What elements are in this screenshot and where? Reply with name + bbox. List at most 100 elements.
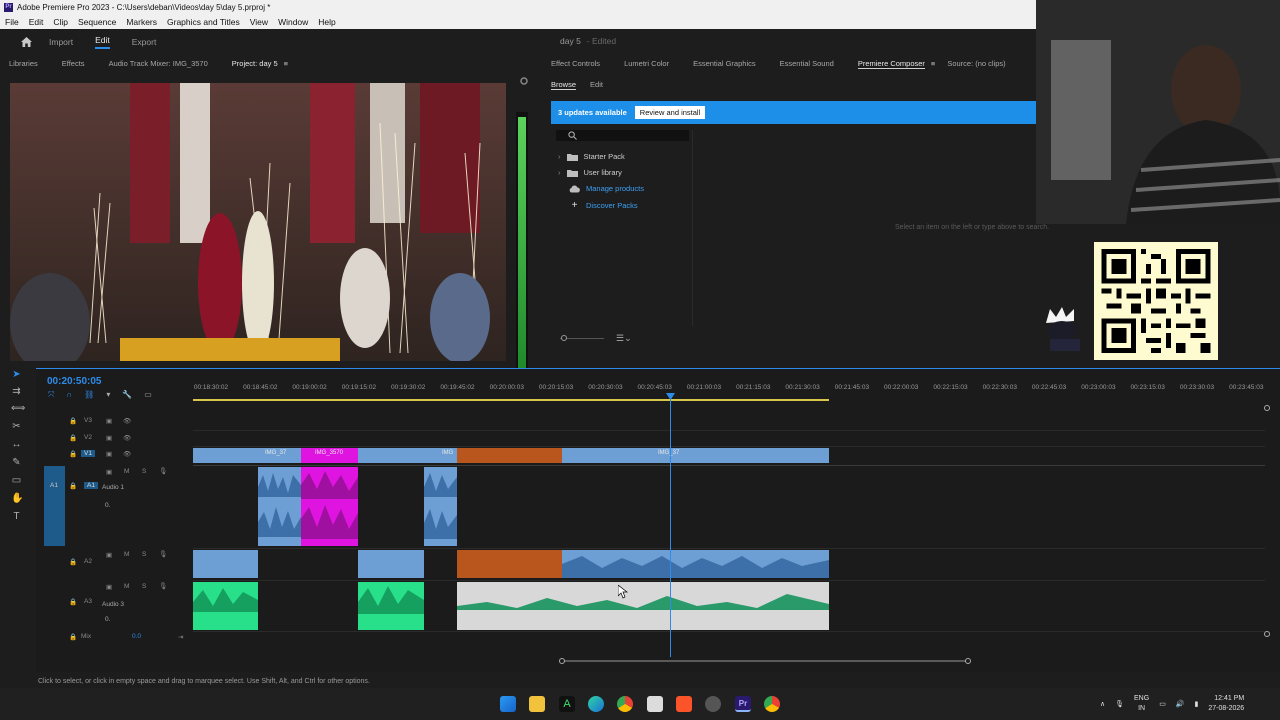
work-area-bar[interactable] [193,399,829,401]
menu-view[interactable]: View [250,17,268,27]
audio-clip[interactable] [358,582,424,630]
video-clip[interactable] [457,448,562,463]
solo-button[interactable]: S [142,551,146,558]
hand-tool-icon[interactable]: ✋ [11,493,23,504]
menu-clip[interactable]: Clip [53,17,68,27]
panel-menu-icon[interactable]: ≡ [284,59,288,68]
microphone-icon[interactable]: 🎙 [159,467,167,475]
mute-button[interactable]: M [124,583,129,590]
video-clip[interactable]: IMG [358,448,457,463]
video-clip[interactable]: IMG_3570 [301,448,358,463]
review-install-button[interactable]: Review and install [634,106,706,119]
lock-icon[interactable]: 🔒 [69,417,77,425]
go-to-end-icon[interactable]: ⇥ [178,633,183,641]
lock-icon[interactable]: 🔒 [69,434,77,442]
tree-item-discover-packs[interactable]: + Discover Packs [569,200,638,211]
sync-lock-icon[interactable]: ▣ [106,434,112,442]
language-indicator[interactable]: ENG IN [1134,694,1149,714]
audio-clip[interactable] [301,467,358,546]
playhead[interactable] [670,395,671,657]
timeline-ruler[interactable]: 00:18:30:02 00:18:45:02 00:19:00:02 00:19:1… [193,381,1265,401]
lock-icon[interactable]: 🔒 [69,633,77,641]
audio-clip[interactable] [424,467,457,546]
monitor-settings-icon[interactable] [518,75,530,87]
tab-essential-graphics[interactable]: Essential Graphics [693,59,756,68]
eye-icon[interactable]: 👁 [123,417,131,425]
pen-tool-icon[interactable]: ✎ [11,457,22,468]
premiere-pro-taskbar-icon[interactable]: Pr [735,696,751,712]
add-marker-icon[interactable]: ▾ [106,390,110,400]
zoom-slider[interactable] [560,335,604,341]
edge-browser-icon[interactable] [588,696,604,712]
program-monitor[interactable] [10,83,506,361]
lock-icon[interactable]: 🔒 [69,558,77,566]
battery-icon[interactable]: ▮ [1195,700,1199,708]
composer-search-input[interactable] [556,130,689,141]
view-options-icon[interactable]: ☰⌄ [616,333,632,344]
tree-item-user-library[interactable]: › User library [558,168,622,177]
track-select-tool-icon[interactable]: ⇉ [11,386,22,397]
audio-clip[interactable] [457,582,829,630]
chevron-up-icon[interactable]: ∧ [1100,700,1105,708]
windows-start-icon[interactable] [500,696,516,712]
lock-icon[interactable]: 🔒 [69,482,77,490]
rectangle-tool-icon[interactable]: ▭ [11,475,22,486]
home-icon[interactable] [21,36,32,47]
vscroll-handle-top[interactable] [1264,405,1270,411]
tab-effect-controls[interactable]: Effect Controls [551,59,600,68]
sync-lock-icon[interactable]: ▣ [106,551,112,559]
sync-lock-icon[interactable]: ▣ [106,583,112,591]
menu-help[interactable]: Help [318,17,335,27]
calculator-icon[interactable] [647,696,663,712]
snap-icon[interactable]: ∩ [66,390,72,400]
audio-clip[interactable] [193,582,258,630]
tree-item-starter-pack[interactable]: › Starter Pack [558,152,625,161]
microphone-icon[interactable]: 🎙 [159,582,167,590]
tab-audio-track-mixer[interactable]: Audio Track Mixer: IMG_3570 [109,59,208,68]
chrome-profile-icon[interactable] [764,696,780,712]
vscroll-handle-bottom[interactable] [1264,631,1270,637]
slip-tool-icon[interactable]: ↔ [11,439,22,450]
eye-icon[interactable]: 👁 [123,434,131,442]
mute-button[interactable]: M [124,551,129,558]
sync-lock-icon[interactable]: ▣ [106,468,112,476]
type-tool-icon[interactable]: T [11,511,22,522]
network-icon[interactable]: ▭ [1159,700,1166,708]
tab-project[interactable]: Project: day 5 [232,59,278,68]
scrollbar-handle-right[interactable] [965,658,971,664]
wrench-icon[interactable]: 🔧 [122,390,132,400]
tab-premiere-composer[interactable]: Premiere Composer [857,59,925,69]
track-header-a3[interactable]: 🔒 A3 ▣ M S 🎙 Audio 3 0. [44,582,193,630]
linked-selection-icon[interactable]: ⛓ [84,390,94,400]
sync-lock-icon[interactable]: ▣ [106,450,112,458]
volume-icon[interactable]: 🔊 [1176,700,1185,708]
panel-menu-icon[interactable]: ≡ [931,59,935,68]
lock-icon[interactable]: 🔒 [69,450,77,458]
tab-composer-edit[interactable]: Edit [590,80,603,89]
tree-item-manage-products[interactable]: Manage products [569,184,644,193]
audio-clip[interactable] [457,550,562,578]
tab-browse[interactable]: Browse [551,80,577,90]
tab-lumetri-color[interactable]: Lumetri Color [624,59,669,68]
tab-libraries[interactable]: Libraries [9,59,38,68]
timeline-horizontal-scrollbar[interactable] [193,658,1265,664]
zoom-slider-handle[interactable] [561,335,567,341]
app-icon[interactable]: A [559,696,575,712]
audio-clip[interactable] [193,550,258,578]
track-header-a2[interactable]: 🔒 A2 ▣ M S 🎙 [44,550,193,578]
solo-button[interactable]: S [142,583,146,590]
audio-clip[interactable] [258,467,301,546]
scrollbar-thumb[interactable] [563,660,969,662]
microphone-icon[interactable]: 🎙 [159,550,167,558]
menu-sequence[interactable]: Sequence [78,17,116,27]
audio-clip[interactable] [358,550,424,578]
nest-icon[interactable]: ⤧ [48,390,54,400]
audio-clip[interactable] [562,550,829,578]
chrome-browser-icon[interactable] [617,696,633,712]
microphone-icon[interactable]: 🎙 [1115,700,1124,708]
mute-button[interactable]: M [124,468,129,475]
brave-browser-icon[interactable] [676,696,692,712]
volume-a1[interactable]: 0. [105,502,110,509]
menu-graphics-titles[interactable]: Graphics and Titles [167,17,240,27]
lock-icon[interactable]: 🔒 [69,598,77,606]
